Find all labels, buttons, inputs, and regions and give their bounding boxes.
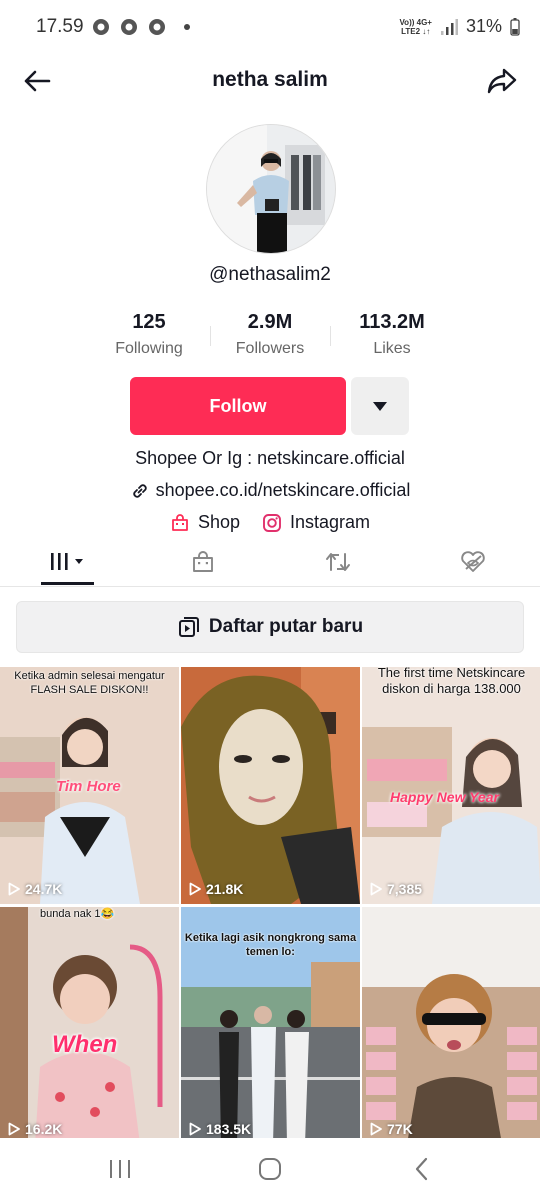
video-caption: Ketika lagi asik nongkrong sama temen lo… bbox=[184, 932, 357, 958]
stat-following-value: 125 bbox=[132, 311, 166, 333]
video-thumbnail[interactable]: The first time Netskincare diskon di har… bbox=[362, 667, 540, 904]
stat-likes-label: Likes bbox=[373, 340, 411, 357]
network-bottom-label: LTE2 ↓↑ bbox=[401, 26, 431, 36]
share-arrow-icon[interactable] bbox=[486, 66, 518, 96]
status-time: 17.59 bbox=[36, 16, 84, 37]
recent-apps-icon bbox=[110, 1160, 130, 1178]
follow-button[interactable]: Follow bbox=[130, 377, 346, 435]
video-views: 77K bbox=[370, 1121, 413, 1137]
video-views: 183.5K bbox=[189, 1121, 251, 1137]
notification-icons bbox=[92, 18, 190, 36]
home-button[interactable] bbox=[230, 1138, 310, 1200]
video-thumbnail[interactable]: bunda nak 1😂 When 16.2K bbox=[0, 907, 179, 1144]
play-icon bbox=[370, 882, 382, 896]
play-icon bbox=[189, 1122, 201, 1136]
stat-likes-value: 113.2M bbox=[359, 311, 425, 333]
battery-percent: 31% bbox=[465, 16, 502, 36]
video-views: 7,385 bbox=[370, 881, 422, 897]
recent-apps-button[interactable] bbox=[80, 1138, 160, 1200]
avatar[interactable] bbox=[206, 124, 336, 254]
stat-likes[interactable]: 113.2M Likes bbox=[322, 311, 462, 358]
avatar-photo bbox=[207, 125, 335, 253]
video-thumbnail[interactable]: Ketika admin selesai mengatur FLASH SALE… bbox=[0, 667, 179, 904]
video-view-count: 183.5K bbox=[206, 1121, 252, 1137]
stat-following-label: Following bbox=[115, 340, 183, 357]
video-view-count: 77K bbox=[387, 1121, 413, 1137]
video-sticker: Happy New Year bbox=[390, 789, 499, 805]
status-bar: 17.59 Vo)) 4G+ LTE2 ↓↑ 31% bbox=[0, 0, 540, 54]
shop-label: Shop bbox=[197, 512, 240, 532]
video-thumbnail-image bbox=[181, 667, 360, 904]
video-caption: Ketika admin selesai mengatur FLASH SALE… bbox=[14, 670, 165, 696]
stat-followers-label: Followers bbox=[235, 340, 305, 357]
video-view-count: 24.7K bbox=[25, 881, 63, 897]
chrome-icon bbox=[149, 19, 165, 35]
instagram-label: Instagram bbox=[290, 512, 371, 532]
network-indicator: Vo)) 4G+ LTE2 ↓↑ bbox=[399, 18, 432, 36]
video-thumbnail[interactable]: 77K bbox=[362, 907, 540, 1144]
playlist-button[interactable]: Daftar putar baru bbox=[16, 601, 524, 653]
play-icon bbox=[189, 882, 201, 896]
playlist-label: Daftar putar baru bbox=[208, 616, 364, 637]
active-tab-indicator bbox=[41, 582, 94, 585]
page-title: netha salim bbox=[212, 68, 328, 91]
video-caption: The first time Netskincare diskon di har… bbox=[377, 667, 526, 696]
repost-icon bbox=[325, 553, 350, 571]
shop-bag-icon bbox=[192, 551, 213, 572]
play-icon bbox=[8, 1122, 20, 1136]
video-view-count: 16.2K bbox=[25, 1121, 63, 1137]
stat-following[interactable]: 125 Following bbox=[79, 311, 219, 358]
video-view-count: 7,385 bbox=[387, 881, 423, 897]
chrome-icon bbox=[121, 19, 137, 35]
system-navigation-bar bbox=[0, 1138, 540, 1200]
tab-shop[interactable] bbox=[135, 538, 270, 586]
profile-tabs bbox=[0, 538, 540, 587]
shop-bag-icon bbox=[172, 513, 188, 531]
play-icon bbox=[370, 1122, 382, 1136]
profile-link[interactable]: shopee.co.id/netskincare.official bbox=[0, 480, 540, 501]
video-thumbnail-image bbox=[0, 907, 179, 1144]
video-sticker: When bbox=[52, 1031, 118, 1058]
video-sticker: Tim Hore bbox=[56, 778, 121, 795]
liked-hidden-icon bbox=[460, 551, 485, 572]
video-views: 24.7K bbox=[8, 881, 62, 897]
video-thumbnail-image bbox=[362, 907, 540, 1144]
stat-followers-value: 2.9M bbox=[247, 311, 293, 333]
instagram-icon bbox=[263, 513, 281, 532]
video-views: 16.2K bbox=[8, 1121, 62, 1137]
chrome-icon bbox=[93, 19, 109, 35]
tab-reposts[interactable] bbox=[270, 538, 405, 586]
profile-bio: Shopee Or Ig : netskincare.official bbox=[135, 448, 405, 468]
instagram-link[interactable]: Instagram bbox=[262, 512, 370, 533]
home-icon bbox=[259, 1158, 281, 1180]
signal-icon bbox=[440, 18, 458, 35]
stat-followers[interactable]: 2.9M Followers bbox=[200, 311, 340, 358]
video-view-count: 21.8K bbox=[206, 881, 244, 897]
profile-handle: @nethasalim2 bbox=[209, 264, 331, 285]
suggested-accounts-button[interactable] bbox=[351, 377, 409, 435]
tab-liked[interactable] bbox=[405, 538, 540, 586]
more-notifications-dot bbox=[184, 24, 190, 30]
profile-link-text: shopee.co.id/netskincare.official bbox=[155, 480, 411, 500]
videos-grid-icon bbox=[50, 553, 83, 570]
back-button[interactable] bbox=[382, 1138, 462, 1200]
play-icon bbox=[8, 882, 20, 896]
video-thumbnail-image bbox=[362, 667, 540, 904]
shop-link[interactable]: Shop bbox=[170, 512, 240, 533]
caret-down-icon bbox=[373, 402, 387, 411]
video-views: 21.8K bbox=[189, 881, 243, 897]
network-top-label: Vo)) 4G+ bbox=[399, 17, 432, 27]
video-thumbnail[interactable]: 21.8K bbox=[181, 667, 360, 904]
link-icon bbox=[132, 483, 147, 498]
back-chevron-icon bbox=[415, 1157, 428, 1181]
tab-videos[interactable] bbox=[0, 538, 135, 586]
video-thumbnail[interactable]: Ketika lagi asik nongkrong sama temen lo… bbox=[181, 907, 360, 1144]
playlist-icon bbox=[178, 617, 199, 637]
battery-icon bbox=[510, 17, 520, 36]
video-caption: bunda nak 1😂 bbox=[40, 908, 115, 920]
